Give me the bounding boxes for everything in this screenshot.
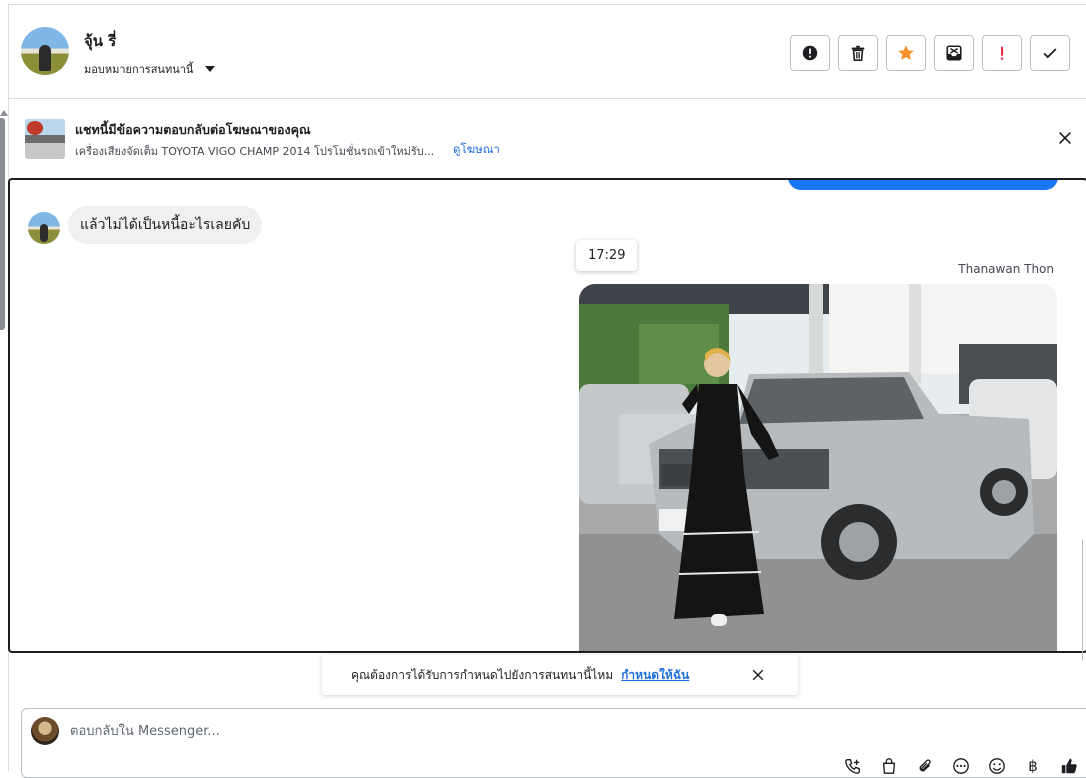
ad-reply-banner: แชทนี้มีข้อความตอบกลับต่อโฆษณาของคุณ เคร… bbox=[9, 99, 1086, 179]
ad-thumbnail[interactable] bbox=[25, 119, 65, 159]
assign-label: มอบหมายการสนทนานี้ bbox=[84, 63, 194, 76]
right-scrollbar[interactable] bbox=[1082, 540, 1086, 660]
emoji-icon bbox=[989, 758, 1005, 774]
assign-to-me-link[interactable]: กำหนดให้ฉัน bbox=[621, 666, 689, 685]
reply-composer: ฿ bbox=[21, 708, 1086, 778]
scroll-up-arrow-icon[interactable] bbox=[0, 110, 8, 116]
call-add-button[interactable] bbox=[840, 757, 866, 777]
trash-icon bbox=[851, 45, 865, 62]
contact-avatar-small[interactable] bbox=[28, 212, 60, 244]
reply-input[interactable] bbox=[70, 719, 970, 743]
composer-toolbar: ฿ bbox=[840, 757, 1082, 777]
like-button[interactable] bbox=[1056, 757, 1082, 777]
mark-important-button[interactable] bbox=[982, 35, 1022, 71]
payment-button[interactable]: ฿ bbox=[1020, 757, 1046, 777]
assign-to-me-prompt: คุณต้องการได้รับการกำหนดไปยังการสนทนานี้… bbox=[322, 655, 798, 695]
caret-down-icon bbox=[205, 66, 216, 72]
emoji-button[interactable] bbox=[984, 757, 1010, 777]
star-button[interactable] bbox=[886, 35, 926, 71]
alert-circle-icon bbox=[802, 45, 818, 61]
report-spam-button[interactable] bbox=[790, 35, 830, 71]
call-add-icon bbox=[845, 759, 860, 774]
baht-icon: ฿ bbox=[1028, 757, 1038, 775]
close-icon[interactable] bbox=[750, 667, 766, 683]
thumbs-up-icon bbox=[1061, 758, 1077, 774]
more-icon bbox=[953, 758, 969, 774]
exclamation-icon bbox=[1001, 46, 1004, 60]
incoming-message-bubble[interactable]: แล้วไม่ได้เป็นหนี้อะไรเลยคับ bbox=[68, 206, 263, 244]
page-avatar bbox=[31, 717, 59, 745]
message-thread[interactable]: แล้วไม่ได้เป็นหนี้อะไรเลยคับ 17:29 Thana… bbox=[8, 178, 1086, 653]
shop-button[interactable] bbox=[876, 757, 902, 777]
view-ad-link[interactable]: ดูโฆษณา bbox=[453, 141, 500, 159]
sender-name: Thanawan Thon bbox=[958, 262, 1054, 276]
ad-banner-description: เครื่องเสียงจัดเต็ม TOYOTA VIGO CHAMP 20… bbox=[75, 145, 435, 158]
delete-button[interactable] bbox=[838, 35, 878, 71]
mark-done-button[interactable] bbox=[1030, 35, 1070, 71]
more-options-button[interactable] bbox=[948, 757, 974, 777]
star-icon bbox=[898, 45, 914, 60]
conversation-header: จุ้น รี่ มอบหมายการสนทนานี้ bbox=[9, 5, 1086, 99]
inbox-icon bbox=[946, 45, 962, 61]
contact-avatar[interactable] bbox=[21, 27, 69, 75]
paperclip-icon bbox=[919, 759, 931, 772]
outgoing-photo-attachment[interactable] bbox=[579, 284, 1057, 651]
check-icon bbox=[1043, 48, 1057, 59]
message-timestamp-tooltip: 17:29 bbox=[576, 240, 638, 271]
header-actions bbox=[790, 35, 1070, 71]
photo-content bbox=[579, 284, 1057, 651]
contact-name[interactable]: จุ้น รี่ bbox=[84, 29, 116, 53]
outgoing-message-bubble[interactable] bbox=[788, 180, 1058, 190]
messenger-inbox-window: จุ้น รี่ มอบหมายการสนทนานี้ แชทนี้มีข้อค… bbox=[0, 0, 1086, 778]
left-scrollbar[interactable] bbox=[0, 118, 5, 330]
assign-conversation-dropdown[interactable]: มอบหมายการสนทนานี้ bbox=[84, 60, 216, 78]
attach-file-button[interactable] bbox=[912, 757, 938, 777]
ad-banner-title: แชทนี้มีข้อความตอบกลับต่อโฆษณาของคุณ bbox=[75, 122, 311, 137]
assign-prompt-text: คุณต้องการได้รับการกำหนดไปยังการสนทนานี้… bbox=[351, 667, 614, 682]
shopping-bag-icon bbox=[882, 758, 896, 774]
close-icon[interactable] bbox=[1056, 129, 1074, 147]
move-to-inbox-button[interactable] bbox=[934, 35, 974, 71]
